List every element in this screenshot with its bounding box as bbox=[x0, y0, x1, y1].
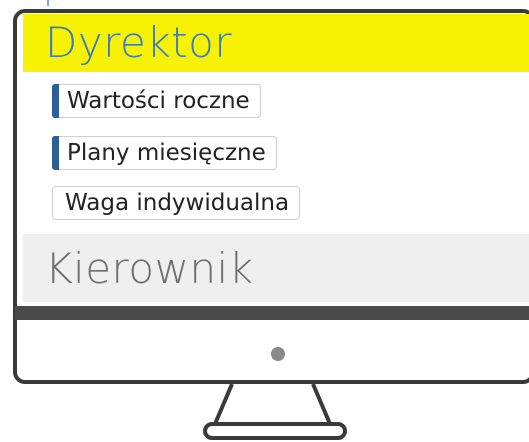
menu-item-plany-miesieczne[interactable]: Plany miesięczne bbox=[52, 136, 277, 170]
menu-item-label: Wartości roczne bbox=[67, 88, 250, 114]
menu-item-wartosci-roczne[interactable]: Wartości roczne bbox=[52, 84, 261, 118]
role-header-dyrektor[interactable]: Dyrektor bbox=[23, 14, 529, 72]
menu-item-waga-indywidualna[interactable]: Waga indywidualna bbox=[52, 186, 301, 220]
menu-item-label: Waga indywidualna bbox=[65, 190, 290, 216]
menu-item-label: Plany miesięczne bbox=[67, 140, 266, 166]
selected-marker bbox=[52, 136, 59, 170]
selected-marker bbox=[52, 84, 59, 118]
role-header-kierownik[interactable]: Kierownik bbox=[23, 234, 529, 302]
decorative-mark bbox=[47, 0, 49, 6]
